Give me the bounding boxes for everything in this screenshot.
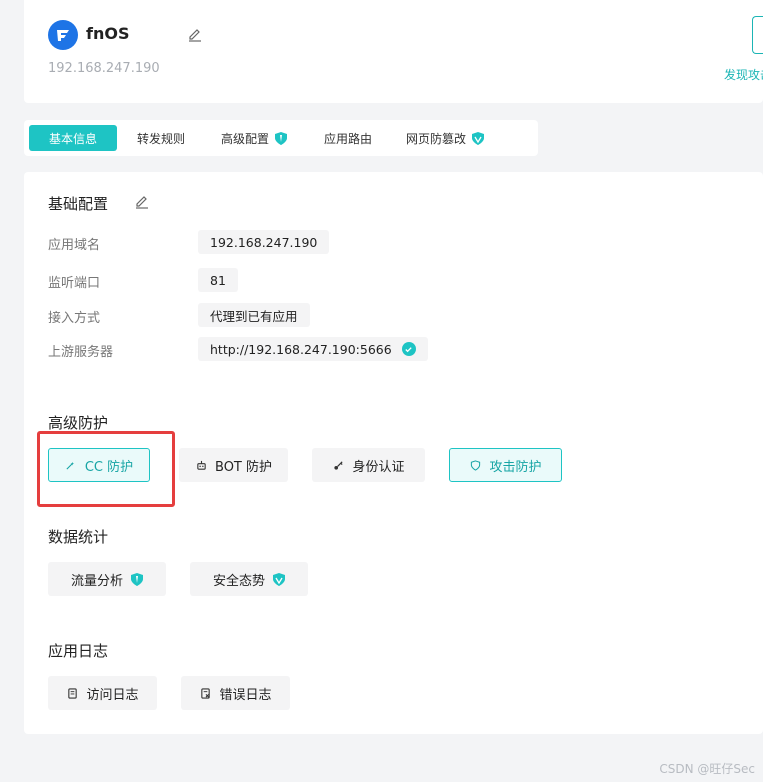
upstream-label: 上游服务器 — [48, 345, 114, 360]
button-label: 攻击防护 — [489, 459, 542, 475]
app-ip: 192.168.247.190 — [48, 61, 160, 76]
document-icon — [66, 687, 78, 699]
domain-value: 192.168.247.190 — [198, 230, 330, 254]
premium-shield-icon — [131, 572, 143, 586]
port-value-text: 81 — [210, 272, 226, 288]
access-mode-label: 接入方式 — [48, 311, 101, 326]
tab-app-routing[interactable]: 应用路由 — [303, 125, 393, 151]
app-logs-title: 应用日志 — [48, 642, 109, 660]
premium-shield-icon — [472, 131, 484, 145]
premium-shield-icon — [273, 572, 285, 586]
button-label: 身份认证 — [352, 459, 405, 475]
tab-label: 应用路由 — [323, 131, 372, 146]
upstream-value-text: http://192.168.247.190:5666 — [210, 341, 392, 357]
watermark: CSDN @旺仔Sec — [659, 762, 755, 776]
port-label: 监听端口 — [48, 276, 101, 291]
tab-basic-info[interactable]: 基本信息 — [29, 125, 117, 151]
edit-basic-config-icon[interactable] — [134, 194, 150, 210]
fnos-logo-icon — [57, 30, 69, 41]
auth-button[interactable]: 身份认证 — [312, 448, 425, 482]
advanced-protection-title: 高级防护 — [48, 414, 109, 432]
button-label: BOT 防护 — [215, 459, 272, 475]
tab-advanced-config[interactable]: 高级配置 — [205, 125, 303, 151]
domain-value-text: 192.168.247.190 — [210, 234, 318, 250]
button-label: 错误日志 — [219, 687, 272, 703]
port-value: 81 — [198, 268, 238, 292]
discover-attack-link[interactable]: 发现攻击 — [724, 66, 763, 83]
app-name: fnOS — [86, 24, 130, 43]
app-header-card: fnOS 192.168.247.190 发现攻击 — [24, 0, 763, 103]
premium-shield-icon — [275, 131, 287, 145]
shield-outline-icon — [469, 459, 481, 471]
check-circle-icon — [401, 342, 416, 356]
tab-label: 基本信息 — [48, 131, 97, 146]
button-label: 安全态势 — [212, 573, 265, 589]
bot-protection-button[interactable]: BOT 防护 — [179, 448, 288, 482]
access-mode-value: 代理到已有应用 — [198, 303, 310, 327]
tab-forward-rules[interactable]: 转发规则 — [117, 125, 205, 151]
upstream-value: http://192.168.247.190:5666 — [198, 337, 428, 361]
key-icon — [332, 459, 344, 471]
tab-label: 高级配置 — [220, 131, 269, 146]
access-mode-value-text: 代理到已有应用 — [210, 308, 298, 324]
tab-bar: 基本信息 转发规则 高级配置 应用路由 网页防篡改 — [24, 120, 538, 156]
domain-label: 应用域名 — [48, 238, 101, 253]
button-label: 流量分析 — [70, 573, 123, 589]
security-posture-button[interactable]: 安全态势 — [190, 562, 308, 596]
error-log-button[interactable]: 错误日志 — [181, 676, 290, 710]
robot-icon — [195, 459, 207, 471]
tab-label: 转发规则 — [136, 131, 185, 146]
tab-label: 网页防篡改 — [405, 131, 466, 146]
edit-name-icon[interactable] — [187, 27, 203, 43]
error-document-icon — [199, 687, 211, 699]
traffic-analysis-button[interactable]: 流量分析 — [48, 562, 166, 596]
access-log-button[interactable]: 访问日志 — [48, 676, 157, 710]
cc-protection-highlight — [37, 431, 175, 507]
button-label: 访问日志 — [86, 687, 139, 703]
attack-protection-button[interactable]: 攻击防护 — [449, 448, 562, 482]
header-action-button[interactable] — [752, 16, 763, 54]
fnos-logo — [48, 20, 78, 50]
tab-tamper-protection[interactable]: 网页防篡改 — [393, 125, 497, 151]
basic-config-title: 基础配置 — [48, 195, 109, 213]
data-stats-title: 数据统计 — [48, 528, 109, 546]
